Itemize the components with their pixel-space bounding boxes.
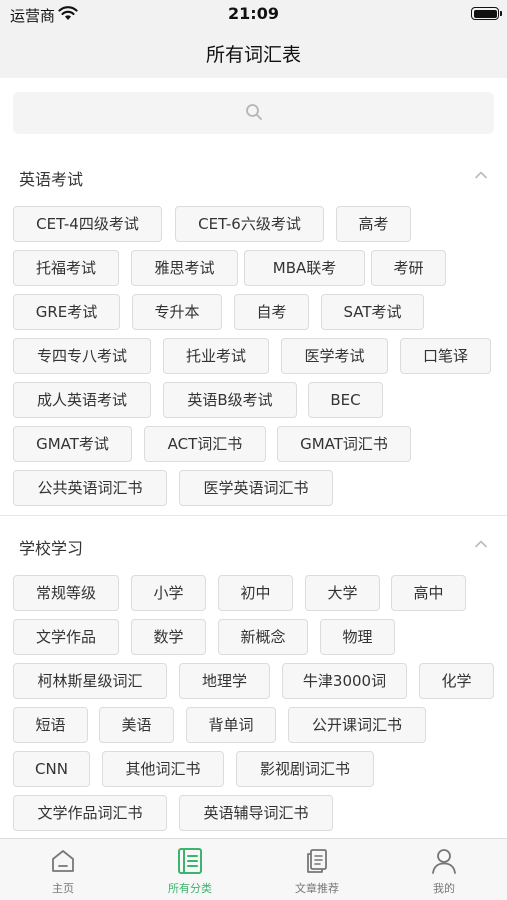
tab-articles[interactable]: 文章推荐 (254, 839, 380, 900)
user-icon (432, 849, 456, 874)
tab-label: 所有分类 (168, 882, 212, 895)
tag-item[interactable]: 托业考试 (163, 338, 269, 374)
tag-item[interactable]: GMAT考试 (13, 426, 132, 462)
tag-item[interactable]: 牛津3000词 (282, 663, 407, 699)
section-header[interactable]: 英语考试 (0, 152, 507, 202)
tag-item[interactable]: 医学考试 (281, 338, 388, 374)
tag-item[interactable]: 自考 (234, 294, 309, 330)
tag-item[interactable]: 常规等级 (13, 575, 119, 611)
tag-item[interactable]: 成人英语考试 (13, 382, 151, 418)
section-school-study: 学校学习 常规等级 小学 初中 大学 高中 文学作品 数学 新概念 物理 柯林斯… (0, 521, 507, 831)
tag-item[interactable]: CET-6六级考试 (175, 206, 324, 242)
tab-all-categories[interactable]: 所有分类 (127, 839, 253, 900)
chevron-up-icon[interactable] (474, 537, 488, 551)
tag-item[interactable]: 专四专八考试 (13, 338, 151, 374)
tag-item[interactable]: 影视剧词汇书 (236, 751, 374, 787)
section-english-exams: 英语考试 CET-4四级考试 CET-6六级考试 高考 托福考试 雅思考试 MB… (0, 152, 507, 506)
tag-item[interactable]: 初中 (218, 575, 293, 611)
tag-item[interactable]: 高中 (391, 575, 466, 611)
tag-item[interactable]: 公共英语词汇书 (13, 470, 167, 506)
tag-item[interactable]: 托福考试 (13, 250, 119, 286)
tag-item[interactable]: 高考 (336, 206, 411, 242)
tag-item[interactable]: 公开课词汇书 (288, 707, 426, 743)
section-header[interactable]: 学校学习 (0, 521, 507, 571)
tag-item[interactable]: 化学 (419, 663, 494, 699)
battery-icon (471, 7, 502, 20)
tag-item[interactable]: 小学 (131, 575, 206, 611)
tag-item[interactable]: 英语辅导词汇书 (179, 795, 333, 831)
tag-item[interactable]: 文学作品 (13, 619, 119, 655)
tag-item[interactable]: 物理 (320, 619, 395, 655)
tag-item[interactable]: 背单词 (186, 707, 276, 743)
tab-label: 主页 (52, 882, 74, 895)
tag-item[interactable]: 其他词汇书 (102, 751, 224, 787)
tag-item[interactable]: 雅思考试 (131, 250, 238, 286)
tab-home[interactable]: 主页 (0, 839, 126, 900)
tag-item[interactable]: 文学作品词汇书 (13, 795, 167, 831)
status-bar: 运营商 21:09 (0, 0, 507, 28)
tag-item[interactable]: 医学英语词汇书 (179, 470, 333, 506)
home-icon (52, 850, 74, 872)
section-title: 英语考试 (19, 170, 84, 189)
navigation-bar: 所有词汇表 (0, 28, 507, 78)
book-list-icon (178, 848, 202, 874)
tag-item[interactable]: BEC (308, 382, 383, 418)
section-divider (0, 515, 507, 516)
tag-item[interactable]: 口笔译 (400, 338, 491, 374)
tag-item[interactable]: 考研 (371, 250, 446, 286)
tag-item[interactable]: GRE考试 (13, 294, 120, 330)
tag-item[interactable]: 短语 (13, 707, 88, 743)
tag-item[interactable]: 英语B级考试 (163, 382, 297, 418)
clock: 21:09 (228, 4, 279, 23)
search-icon (245, 104, 262, 120)
tag-item[interactable]: CET-4四级考试 (13, 206, 162, 242)
tag-item[interactable]: 柯林斯星级词汇 (13, 663, 167, 699)
tag-item[interactable]: ACT词汇书 (144, 426, 266, 462)
page-title: 所有词汇表 (205, 44, 301, 66)
section-title: 学校学习 (19, 539, 84, 558)
tab-mine[interactable]: 我的 (381, 839, 507, 900)
chevron-up-icon[interactable] (474, 168, 488, 182)
tab-label: 文章推荐 (295, 882, 339, 895)
tag-item[interactable]: 数学 (131, 619, 206, 655)
tag-item[interactable]: 大学 (305, 575, 380, 611)
tab-bar: 主页 所有分类 文章推荐 我的 (0, 838, 507, 900)
article-icon (307, 849, 327, 873)
tag-item[interactable]: 专升本 (132, 294, 222, 330)
tag-item[interactable]: 地理学 (179, 663, 270, 699)
tag-item[interactable]: 美语 (99, 707, 174, 743)
tag-item[interactable]: MBA联考 (244, 250, 365, 286)
search-field[interactable] (13, 92, 494, 134)
tab-label: 我的 (433, 882, 455, 895)
tag-item[interactable]: CNN (13, 751, 90, 787)
tag-item[interactable]: 新概念 (218, 619, 308, 655)
tag-item[interactable]: GMAT词汇书 (277, 426, 411, 462)
tag-item[interactable]: SAT考试 (321, 294, 424, 330)
